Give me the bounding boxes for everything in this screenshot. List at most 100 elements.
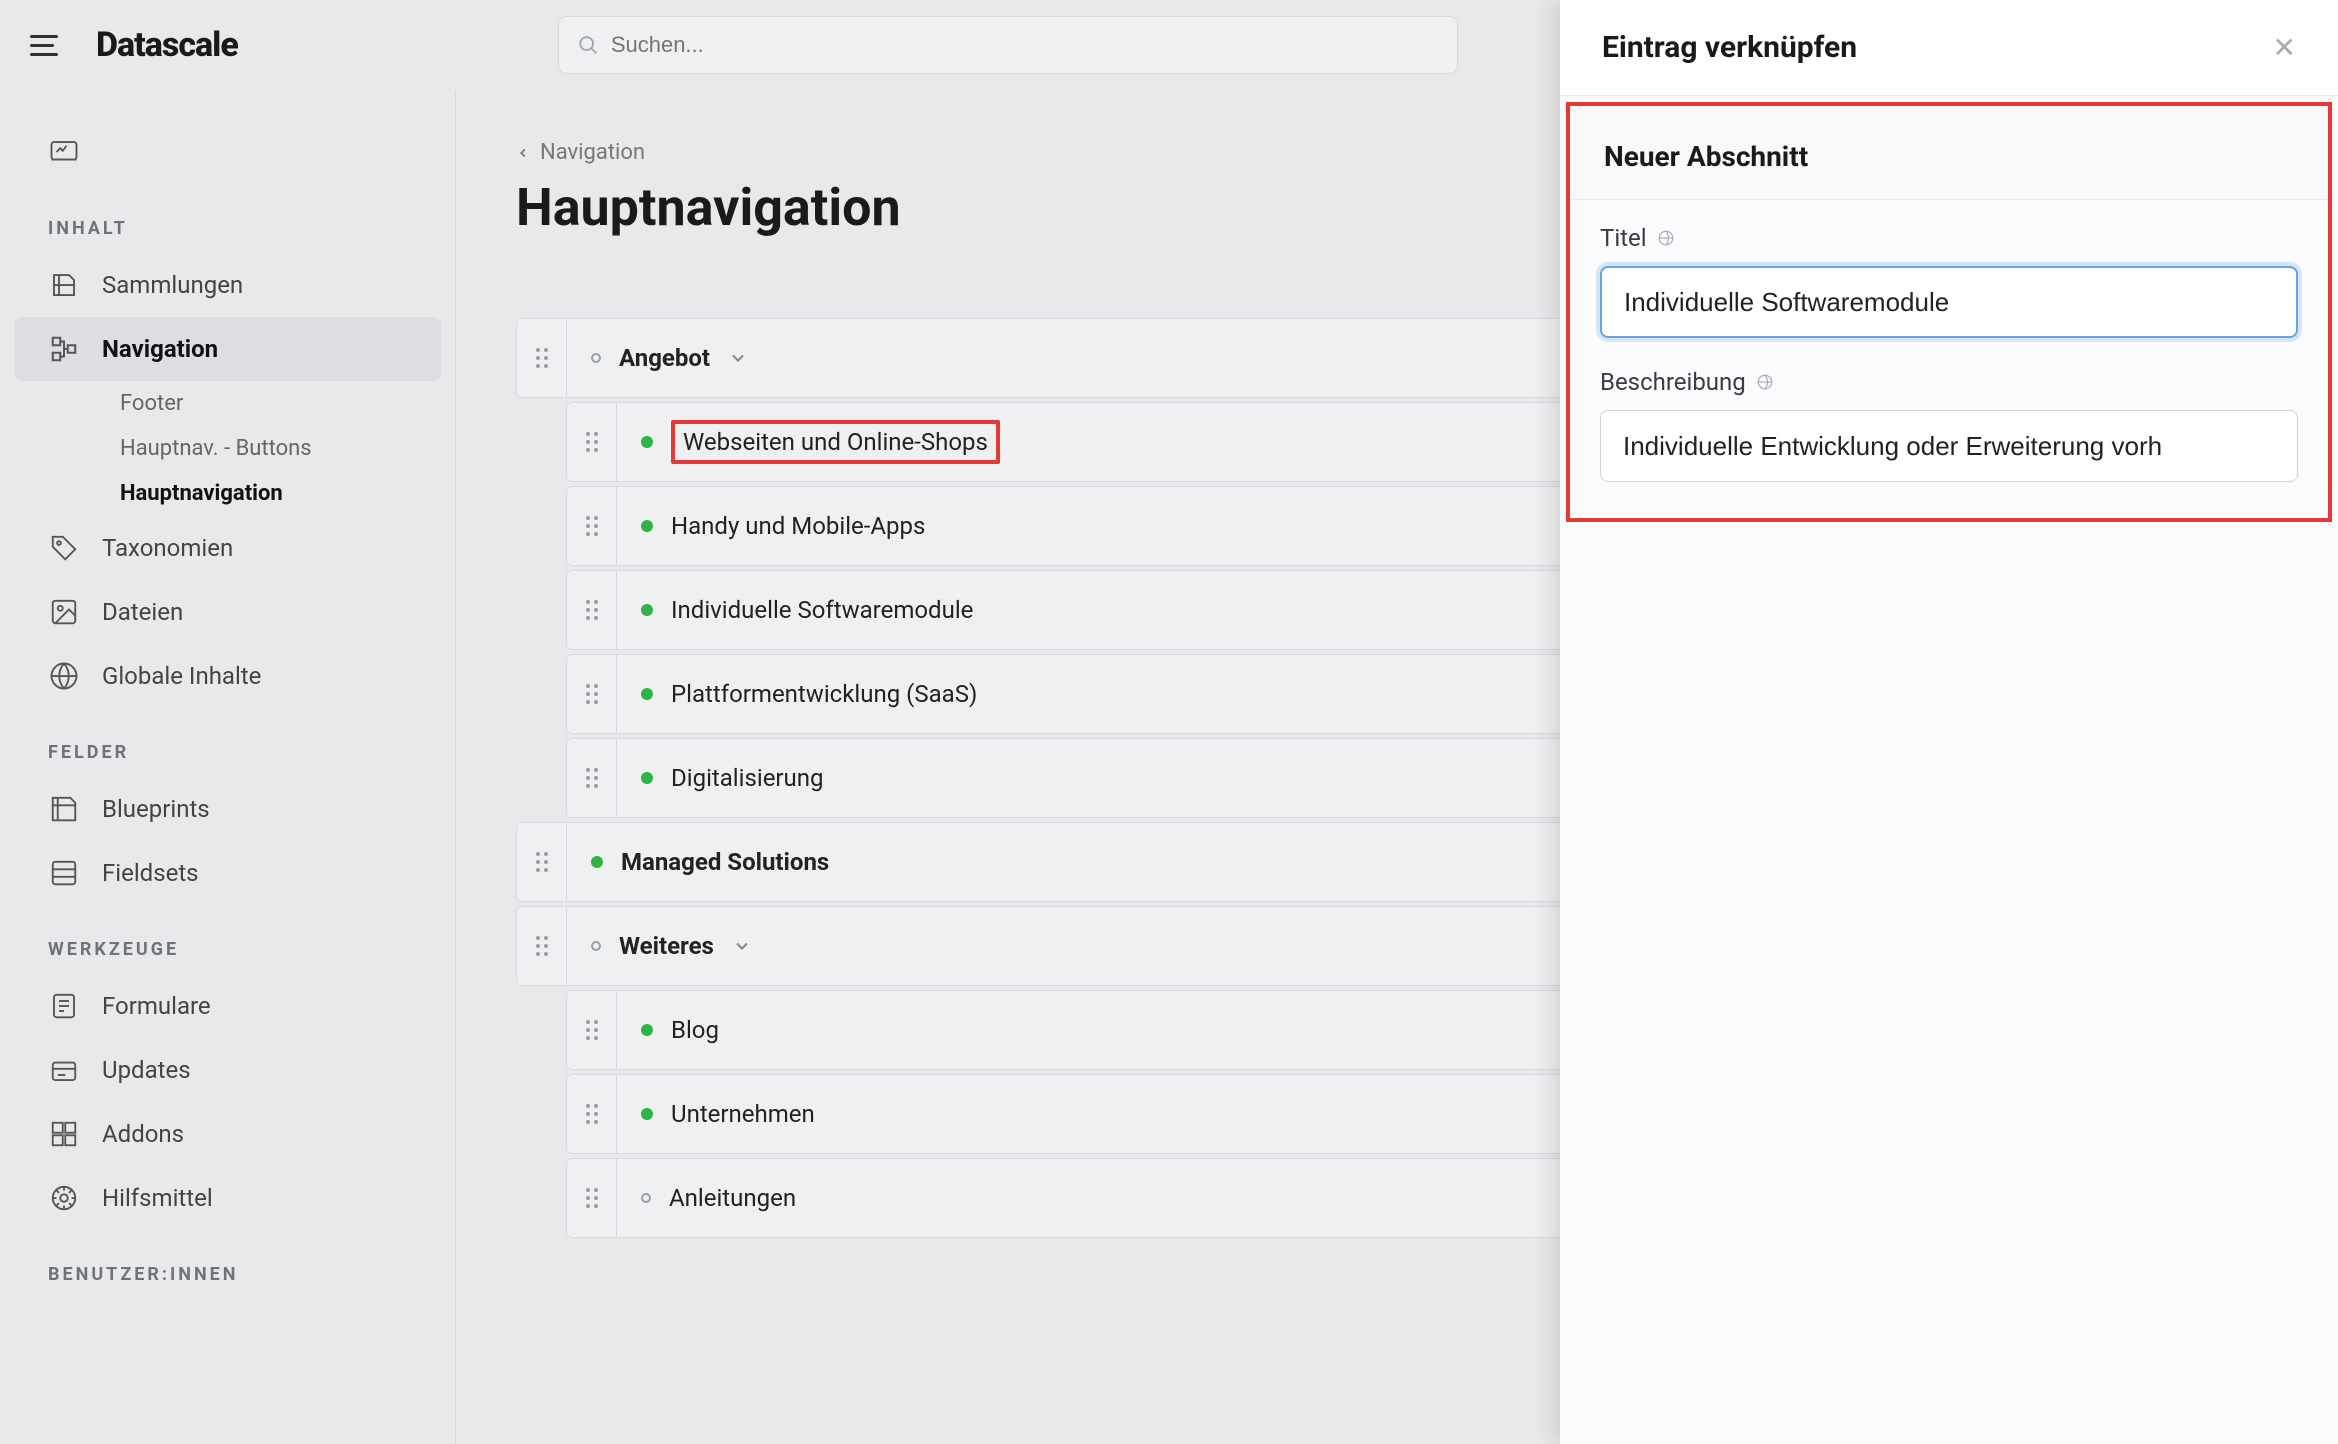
status-published-icon (641, 520, 653, 532)
status-published-icon (641, 1108, 653, 1120)
status-draft-icon (641, 1193, 651, 1203)
tree-item-label: Digitalisierung (671, 764, 824, 792)
link-entry-panel: Eintrag verknüpfen ✕ Neuer Abschnitt Tit… (1560, 0, 2338, 1444)
highlighted-section: Neuer Abschnitt Titel Beschreibung (1566, 102, 2332, 522)
sidebar-item-sammlungen[interactable]: Sammlungen (0, 253, 455, 317)
drag-handle[interactable] (567, 403, 617, 481)
hamburger-menu-button[interactable] (30, 27, 66, 63)
status-published-icon (641, 436, 653, 448)
breadcrumb[interactable]: Navigation (516, 140, 901, 165)
status-draft-icon (591, 353, 601, 363)
tree-item-label: Managed Solutions (621, 848, 829, 876)
drag-handle[interactable] (517, 823, 567, 901)
app-logo: Datascale (96, 25, 238, 65)
drag-handle[interactable] (567, 739, 617, 817)
sidebar-item-globale[interactable]: Globale Inhalte (0, 644, 455, 708)
drag-icon (586, 1188, 598, 1208)
tree-item-label: Handy und Mobile-Apps (671, 512, 925, 540)
tree-item-label: Plattformentwicklung (SaaS) (671, 680, 977, 708)
sidebar-item-hilfsmittel[interactable]: Hilfsmittel (0, 1166, 455, 1230)
collections-icon (48, 269, 80, 301)
sidebar-item-label: Globale Inhalte (102, 662, 261, 690)
sidebar-item-label: Dateien (102, 598, 183, 626)
sidebar-section-inhalt: INHALT (0, 184, 455, 253)
field-label-titel: Titel (1600, 224, 1647, 252)
sidebar-sub-hauptnavigation[interactable]: Hauptnavigation (0, 471, 455, 516)
drag-icon (586, 1020, 598, 1040)
sidebar-item-label: Updates (102, 1056, 191, 1084)
drag-handle[interactable] (517, 319, 567, 397)
localizable-icon (1756, 373, 1774, 391)
sidebar-sub-hauptnav-buttons[interactable]: Hauptnav. - Buttons (0, 426, 455, 471)
sidebar-item-label: Hilfsmittel (102, 1184, 213, 1212)
drag-icon (586, 768, 598, 788)
tree-item-label: Individuelle Softwaremodule (671, 596, 973, 624)
beschreibung-input[interactable] (1600, 410, 2298, 482)
drag-handle[interactable] (567, 487, 617, 565)
drag-icon (586, 516, 598, 536)
tag-icon (48, 532, 80, 564)
navigation-icon (48, 333, 80, 365)
tree-item-label: Weiteres (619, 932, 714, 960)
sidebar-item-taxonomien[interactable]: Taxonomien (0, 516, 455, 580)
panel-title: Eintrag verknüpfen (1602, 30, 1857, 65)
status-published-icon (591, 856, 603, 868)
chevron-down-icon[interactable] (732, 936, 752, 956)
chevron-down-icon[interactable] (728, 348, 748, 368)
sidebar-item-label: Blueprints (102, 795, 210, 823)
dashboard-icon (48, 136, 80, 168)
drag-icon (586, 1104, 598, 1124)
titel-input[interactable] (1600, 266, 2298, 338)
sidebar-item-blueprints[interactable]: Blueprints (0, 777, 455, 841)
breadcrumb-label: Navigation (540, 140, 645, 165)
tree-item-label: Webseiten und Online-Shops (671, 420, 1000, 464)
drag-handle[interactable] (567, 1075, 617, 1153)
drag-icon (586, 600, 598, 620)
tools-icon (48, 1182, 80, 1214)
status-draft-icon (591, 941, 601, 951)
sidebar-item-formulare[interactable]: Formulare (0, 974, 455, 1038)
sidebar-item-updates[interactable]: Updates (0, 1038, 455, 1102)
sidebar-item-fieldsets[interactable]: Fieldsets (0, 841, 455, 905)
sidebar-section-werkzeuge: WERKZEUGE (0, 905, 455, 974)
sidebar-item-dashboard[interactable] (0, 120, 455, 184)
addons-icon (48, 1118, 80, 1150)
drag-icon (536, 348, 548, 368)
page-title: Hauptnavigation (516, 177, 901, 238)
form-icon (48, 990, 80, 1022)
drag-handle[interactable] (517, 907, 567, 985)
sidebar-section-benutzer: BENUTZER:INNEN (0, 1230, 455, 1299)
search-box[interactable] (558, 16, 1458, 74)
drag-icon (586, 684, 598, 704)
sidebar-item-addons[interactable]: Addons (0, 1102, 455, 1166)
sidebar-item-label: Taxonomien (102, 534, 233, 562)
sidebar-item-dateien[interactable]: Dateien (0, 580, 455, 644)
search-icon (577, 34, 599, 56)
search-input[interactable] (611, 32, 1439, 58)
tree-item-label: Angebot (619, 344, 710, 372)
sidebar-item-navigation[interactable]: Navigation (14, 317, 441, 381)
sidebar: INHALT Sammlungen Navigation Footer Haup… (0, 90, 456, 1444)
sidebar-item-label: Fieldsets (102, 859, 199, 887)
image-icon (48, 596, 80, 628)
drag-handle[interactable] (567, 1159, 617, 1237)
drag-handle[interactable] (567, 571, 617, 649)
sidebar-item-label: Navigation (102, 335, 218, 363)
sidebar-item-label: Sammlungen (102, 271, 243, 299)
localizable-icon (1657, 229, 1675, 247)
drag-icon (536, 936, 548, 956)
sidebar-item-label: Formulare (102, 992, 211, 1020)
sidebar-sub-footer[interactable]: Footer (0, 381, 455, 426)
tree-item-label: Blog (671, 1016, 719, 1044)
blueprint-icon (48, 793, 80, 825)
close-icon: ✕ (2273, 32, 2296, 63)
drag-handle[interactable] (567, 655, 617, 733)
sidebar-section-felder: FELDER (0, 708, 455, 777)
close-button[interactable]: ✕ (2273, 31, 2296, 64)
drag-icon (586, 432, 598, 452)
tree-item-label: Unternehmen (671, 1100, 815, 1128)
globe-icon (48, 660, 80, 692)
drag-handle[interactable] (567, 991, 617, 1069)
drag-icon (536, 852, 548, 872)
status-published-icon (641, 1024, 653, 1036)
